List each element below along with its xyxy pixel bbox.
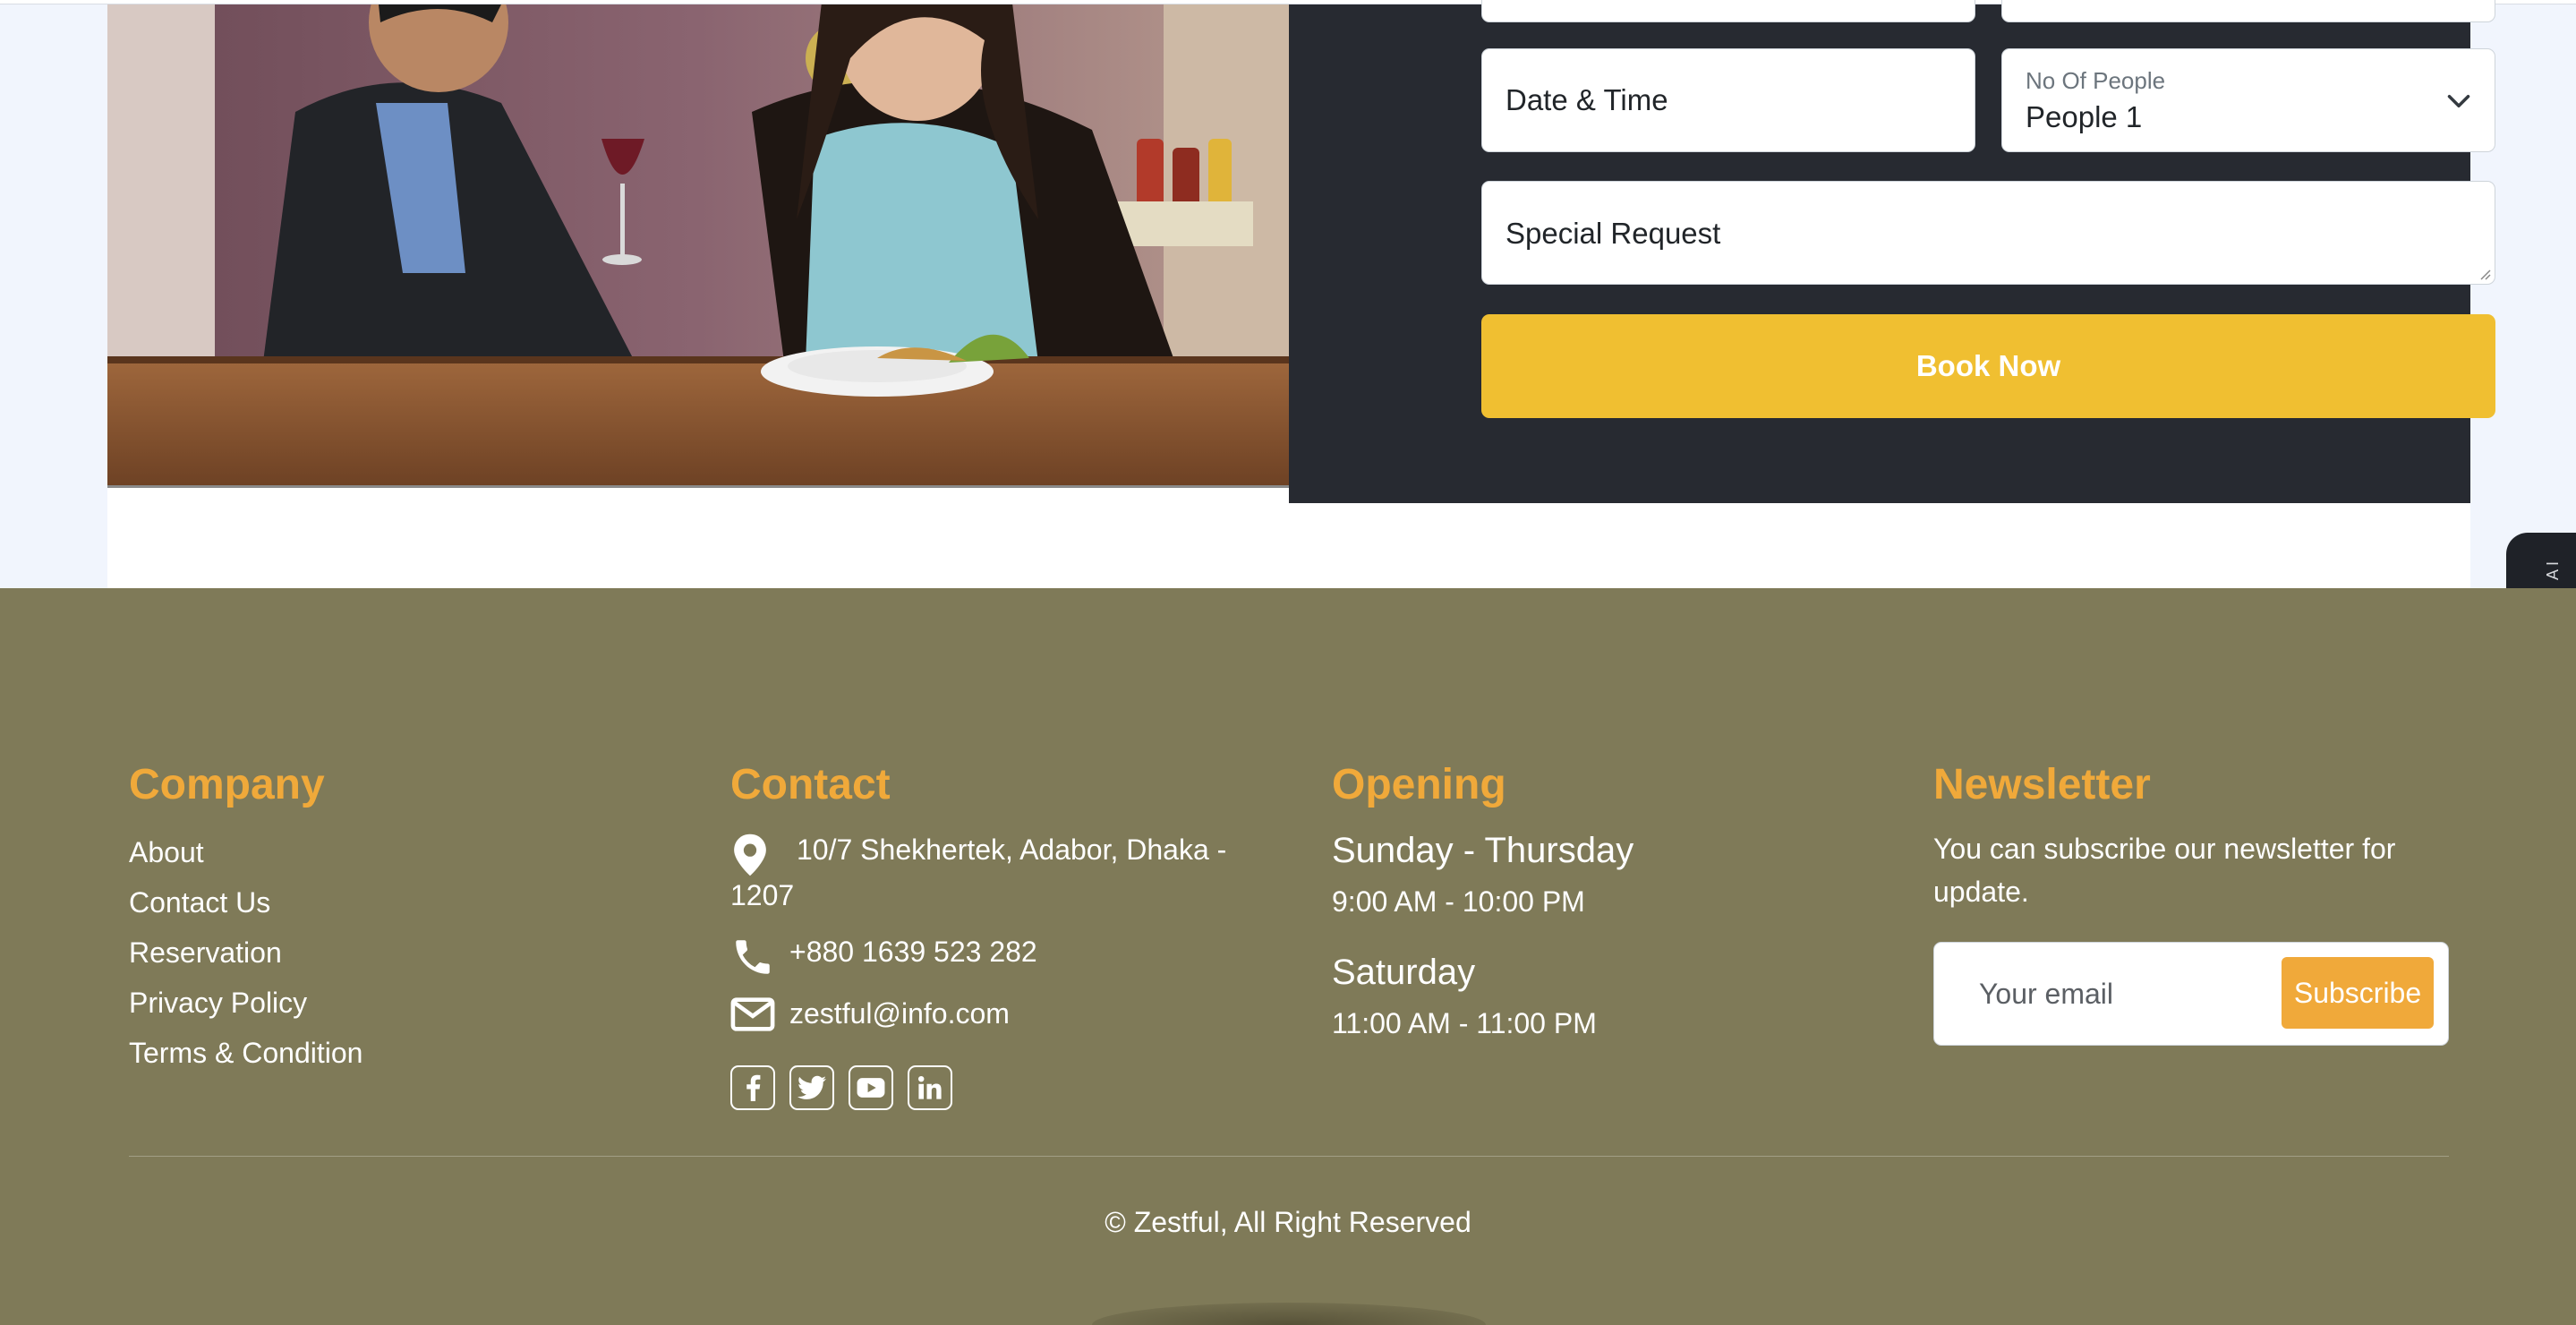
contact-address: 10/7 Shekhertek, Adabor, Dhaka - 1207 (730, 827, 1267, 919)
email-address[interactable]: zestful@info.com (789, 997, 1010, 1030)
footer-contact: Contact 10/7 Shekhertek, Adabor, Dhaka -… (730, 760, 1267, 1110)
phone-icon (736, 940, 770, 974)
footer-opening: Opening Sunday - Thursday 9:00 AM - 10:0… (1332, 760, 1633, 1046)
reservation-section: Date & Time No Of People People 1 Specia… (107, 0, 2495, 588)
envelope-icon (730, 997, 775, 1031)
footer-link-contact-us[interactable]: Contact Us (129, 877, 363, 928)
email-input[interactable] (2001, 0, 2495, 22)
opening-heading: Opening (1332, 761, 1506, 808)
date-time-input[interactable]: Date & Time (1481, 48, 1975, 152)
opening-day-saturday: Saturday (1332, 953, 1476, 992)
site-footer: Company About Contact Us Reservation Pri… (0, 588, 2576, 1325)
contact-heading: Contact (730, 761, 891, 808)
copyright-text: © Zestful, All Right Reserved (1105, 1206, 1471, 1238)
phone-number[interactable]: +880 1639 523 282 (789, 936, 1037, 968)
social-links (730, 1065, 1267, 1110)
people-select[interactable]: No Of People People 1 (2001, 48, 2495, 152)
linkedin-icon[interactable] (908, 1065, 952, 1110)
footer-link-reservation[interactable]: Reservation (129, 928, 363, 978)
people-select-label: No Of People (2026, 67, 2166, 94)
footer-company: Company About Contact Us Reservation Pri… (129, 760, 363, 1078)
reservation-form: Date & Time No Of People People 1 Specia… (1289, 0, 2495, 503)
youtube-icon[interactable] (849, 1065, 893, 1110)
newsletter-form: Subscribe (1933, 942, 2449, 1046)
opening-hours-weekdays: 9:00 AM - 10:00 PM (1332, 885, 1585, 918)
address-line-1: 10/7 Shekhertek, Adabor, Dhaka - (797, 833, 1227, 866)
footer-link-privacy-policy[interactable]: Privacy Policy (129, 978, 363, 1028)
map-pin-icon (734, 833, 766, 876)
date-time-placeholder: Date & Time (1506, 83, 1668, 116)
special-request-placeholder: Special Request (1506, 217, 1721, 250)
company-links: About Contact Us Reservation Privacy Pol… (129, 827, 363, 1078)
newsletter-text: You can subscribe our newsletter for upd… (1933, 833, 2396, 908)
couple-dining-photo (107, 4, 1289, 488)
twitter-icon[interactable] (789, 1065, 834, 1110)
chevron-down-icon (2447, 95, 2470, 107)
book-now-button[interactable]: Book Now (1481, 314, 2495, 418)
bottom-shadow (1092, 1303, 1486, 1325)
contact-phone: +880 1639 523 282 (730, 929, 1267, 975)
footer-divider (129, 1156, 2449, 1157)
opening-hours-saturday: 11:00 AM - 11:00 PM (1332, 1007, 1597, 1039)
resize-handle-icon[interactable] (2477, 266, 2491, 280)
special-request-textarea[interactable]: Special Request (1481, 181, 2495, 285)
newsletter-heading: Newsletter (1933, 761, 2151, 808)
newsletter-email-input[interactable] (1979, 943, 2248, 1045)
company-heading: Company (129, 761, 325, 808)
people-select-value: People 1 (2026, 100, 2143, 133)
name-input[interactable] (1481, 0, 1975, 22)
footer-link-terms[interactable]: Terms & Condition (129, 1028, 363, 1078)
facebook-icon[interactable] (730, 1065, 775, 1110)
footer-newsletter: Newsletter You can subscribe our newslet… (1933, 760, 2470, 1046)
contact-email: zestful@info.com (730, 991, 1267, 1037)
opening-day-weekdays: Sunday - Thursday (1332, 831, 1634, 870)
footer-link-about[interactable]: About (129, 827, 363, 877)
address-line-2: 1207 (730, 879, 795, 911)
subscribe-button[interactable]: Subscribe (2282, 957, 2434, 1029)
